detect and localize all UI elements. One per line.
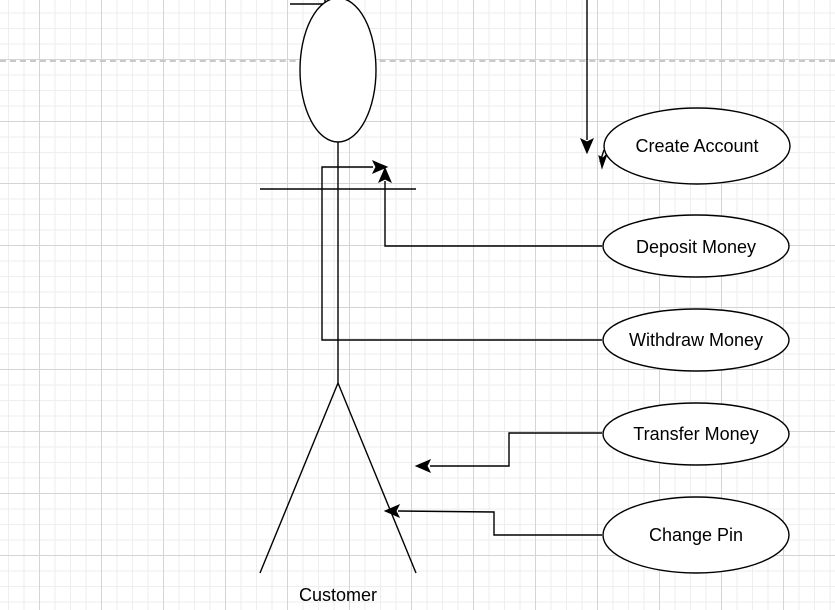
arrowhead-icon: [598, 153, 608, 170]
use-case-transfer-money-label: Transfer Money: [633, 424, 759, 444]
use-case-withdraw-money-label: Withdraw Money: [628, 330, 764, 350]
connector-withdraw-money[interactable]: [321, 166, 602, 341]
actor-customer-label: Customer: [298, 585, 378, 605]
actor-head: [299, 0, 377, 143]
arrowhead-icon: [414, 459, 432, 473]
connector-change-pin[interactable]: [397, 510, 602, 536]
use-case-change-pin-label: Change Pin: [648, 525, 744, 545]
diagram-canvas: [259, 0, 791, 574]
use-case-create-account-label: Create Account: [635, 136, 759, 156]
actor-left-leg: [259, 382, 339, 574]
actor-right-leg: [337, 382, 417, 574]
connector-deposit-money[interactable]: [384, 181, 602, 247]
use-case-deposit-money-label: Deposit Money: [635, 237, 757, 257]
connector-transfer-money[interactable]: [430, 432, 602, 467]
actor-customer[interactable]: [259, 0, 417, 574]
arrowhead-icon: [580, 137, 594, 155]
